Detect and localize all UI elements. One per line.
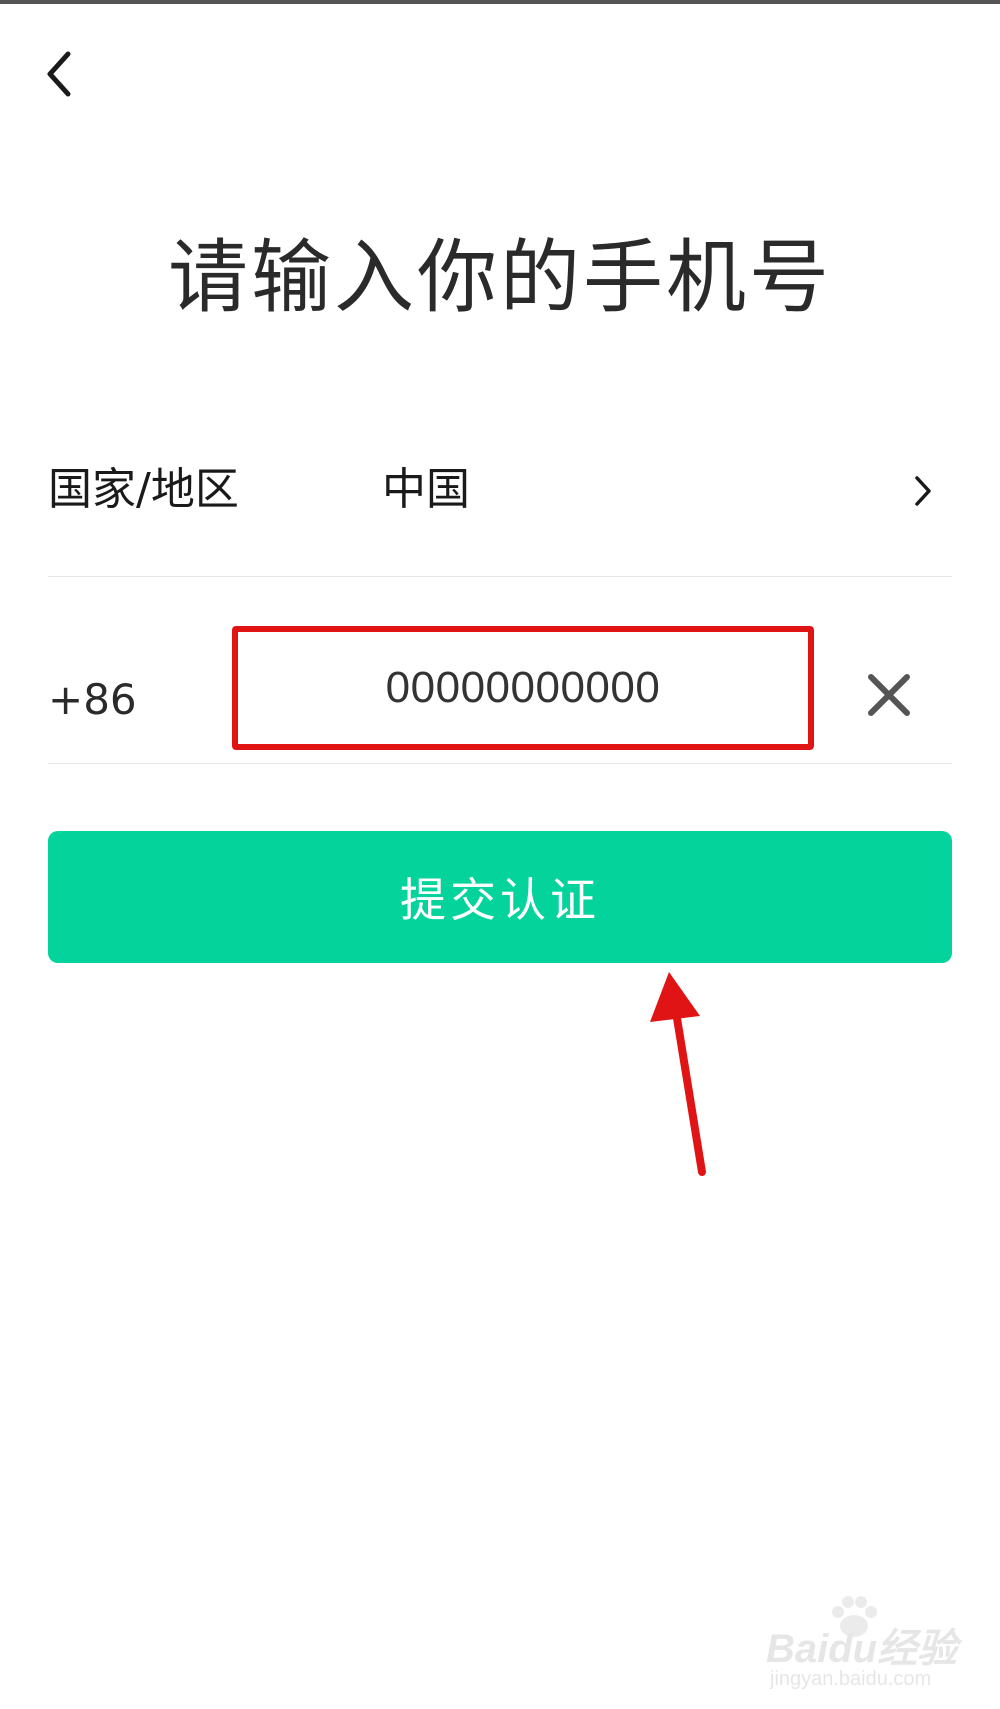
- page-title: 请输入你的手机号: [168, 231, 832, 324]
- submit-button[interactable]: 提交认证: [48, 831, 952, 963]
- back-button[interactable]: [40, 46, 80, 102]
- close-icon: [868, 674, 910, 716]
- chevron-left-icon: [47, 51, 71, 97]
- clear-button[interactable]: [866, 672, 912, 718]
- region-label: 国家/地区: [48, 464, 239, 515]
- region-selector[interactable]: 国家/地区 中国: [48, 440, 952, 576]
- divider: [48, 763, 952, 764]
- region-value: 中国: [382, 464, 470, 515]
- country-code: +86: [48, 675, 137, 724]
- watermark-brand: Baidu经验: [766, 1627, 958, 1671]
- divider: [48, 576, 952, 577]
- top-border: [0, 0, 1000, 4]
- watermark: Baidu经验 jingyan.baidu.com: [760, 1596, 990, 1696]
- annotation-arrow: [650, 972, 706, 1176]
- phone-input[interactable]: [238, 632, 808, 744]
- phone-input-highlight: [232, 626, 814, 750]
- watermark-url: jingyan.baidu.com: [770, 1668, 932, 1690]
- phone-row: +86: [48, 624, 952, 764]
- chevron-right-icon: [915, 476, 931, 506]
